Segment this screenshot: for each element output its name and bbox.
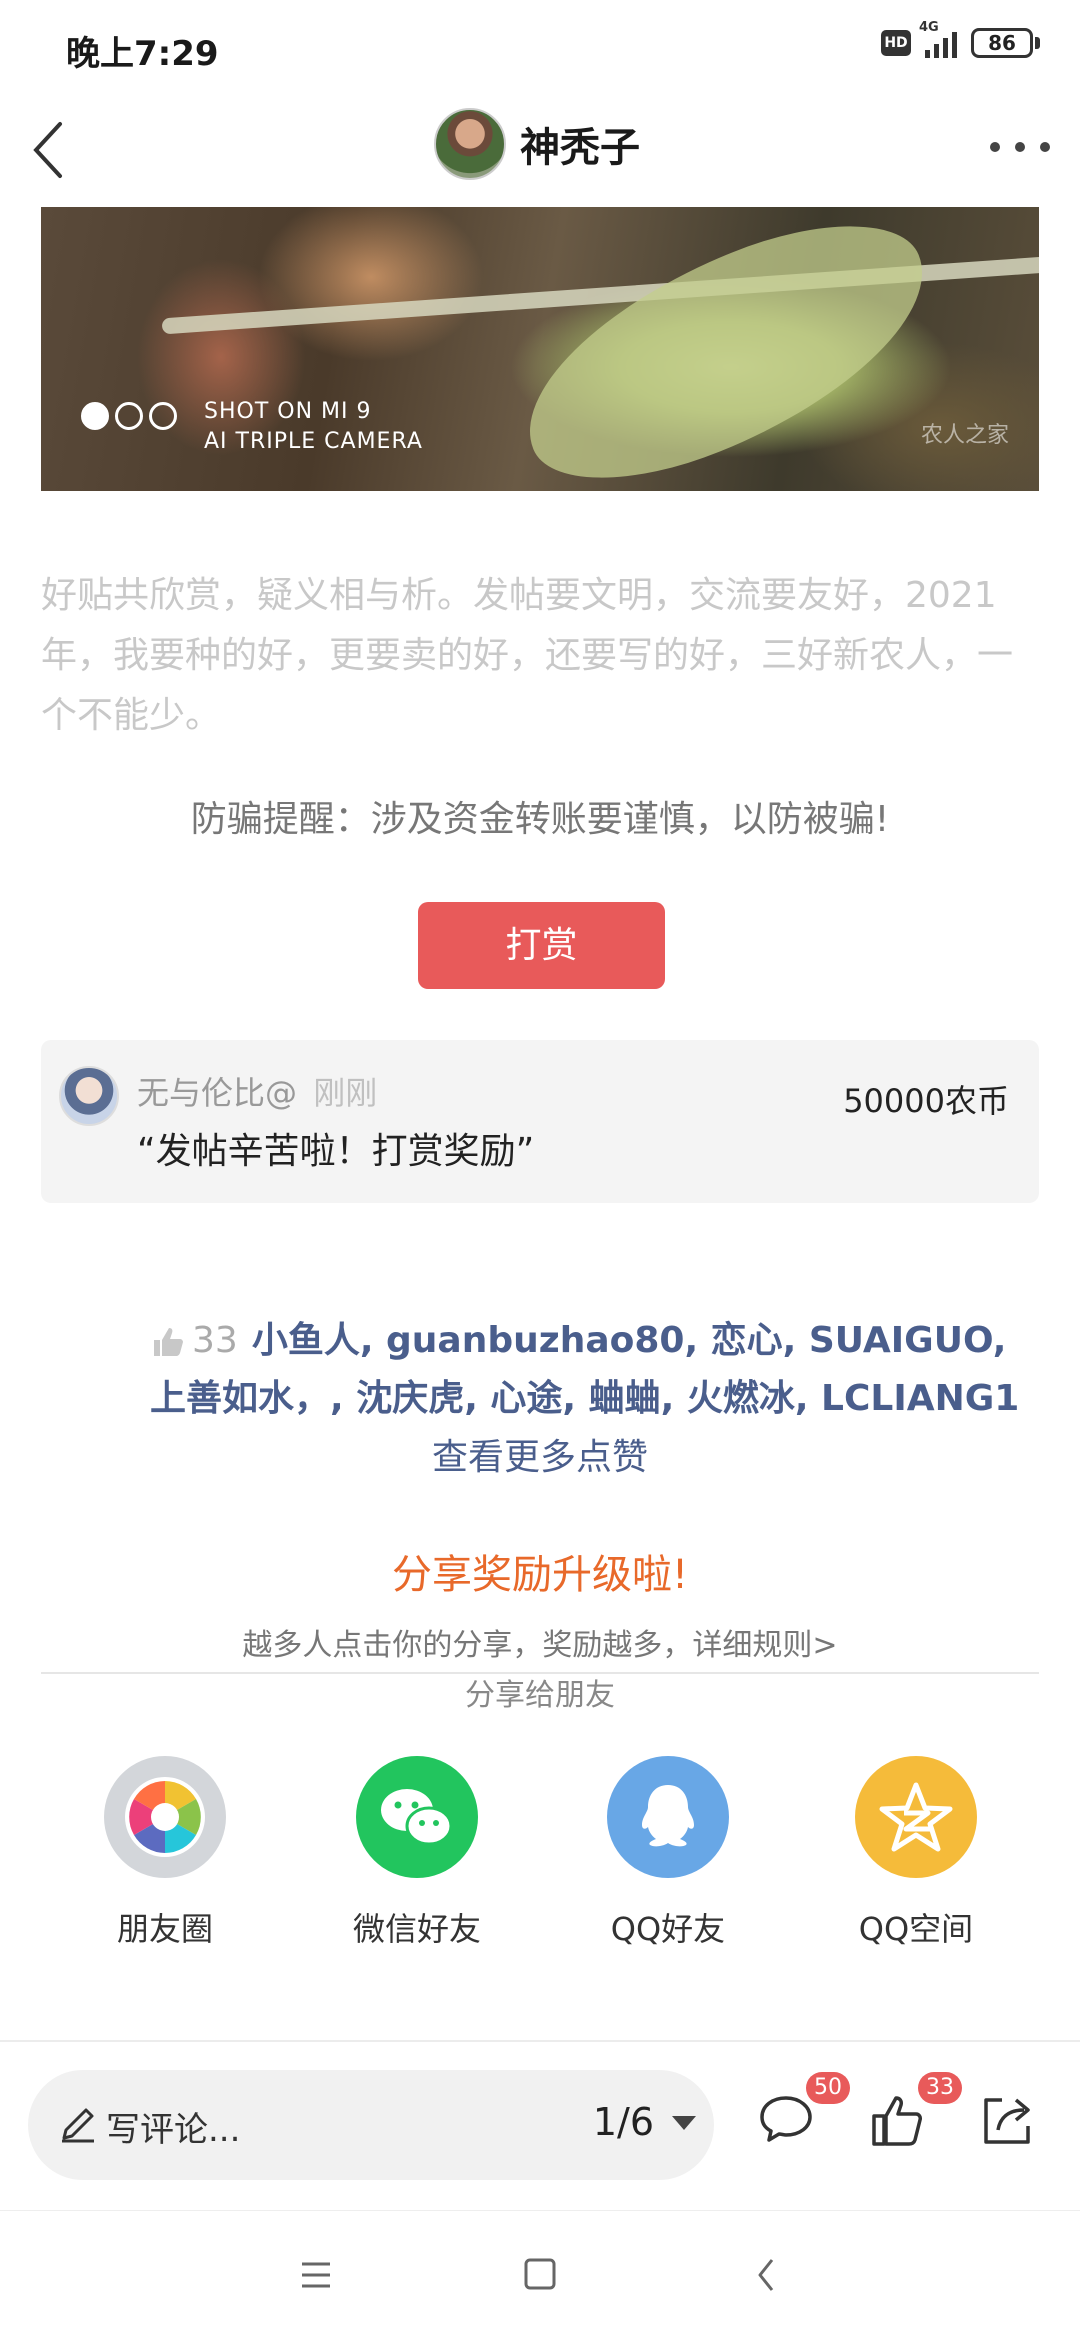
rewarder-info: 无与伦比@ 刚刚 [137,1068,377,1114]
network-type: 4G [919,20,939,35]
pen-icon [62,2108,94,2143]
watermark: 农人之家 [920,423,1009,448]
likes-list: 33 小鱼人, guanbuzhao80, 恋心, SUAIGUO, 上善如水，,… [150,1312,1020,1428]
reward-button[interactable]: 打赏 [418,902,665,989]
status-icons: HD 4G 86 [881,20,1040,58]
comment-button[interactable]: 50 [756,2072,850,2160]
signal-icon: 4G [919,20,957,58]
battery-level: 86 [971,28,1033,58]
nav-header: 神秃子 [0,100,1080,205]
share-item-label: 朋友圈 [116,1910,213,1948]
share-item-label: QQ好友 [610,1910,726,1948]
author-avatar[interactable] [434,108,506,180]
system-nav-divider [0,2210,1080,2211]
rewarder-avatar[interactable] [59,1066,119,1126]
share-item-label: QQ空间 [858,1910,974,1948]
author-info[interactable]: 神秃子 [434,108,640,180]
bottom-bar-divider [0,2040,1080,2042]
reward-record: 无与伦比@ 刚刚 50000农币 “发帖辛苦啦！打赏奖励” [41,1040,1039,1203]
camera-logo-icon [81,402,177,430]
like-button[interactable]: 33 [868,2072,962,2160]
chevron-down-icon[interactable] [672,2116,696,2130]
shot-on-caption: SHOT ON MI 9 AI TRIPLE CAMERA [204,399,423,454]
qq-icon[interactable] [607,1756,729,1878]
more-dots-icon[interactable] [990,132,1050,162]
status-bar: 晚上7:29 HD 4G 86 [0,0,1080,90]
rewarder-name[interactable]: 无与伦比@ [137,1074,297,1112]
back-arrow-icon[interactable] [24,110,84,190]
share-rules-link[interactable]: 越多人点击你的分享，奖励越多，详细规则> [0,1620,1080,1664]
share-reward-title: 分享奖励升级啦! [391,1552,689,1598]
page-indicator[interactable]: 1/6 [593,2100,654,2144]
share-icon[interactable] [976,2090,1036,2150]
qzone-icon[interactable] [855,1756,977,1878]
comment-placeholder: 写评论... [106,2110,241,2150]
reward-message: “发帖辛苦啦！打赏奖励” [137,1131,535,1172]
hd-icon: HD [881,30,911,56]
battery-icon: 86 [971,28,1040,58]
liker-names[interactable]: 小鱼人, guanbuzhao80, 恋心, SUAIGUO, 上善如水，, 沈… [150,1320,1019,1419]
home-icon[interactable] [510,2250,570,2300]
thumb-up-icon [154,1328,183,1356]
reward-time: 刚刚 [313,1074,378,1112]
menu-icon[interactable] [286,2250,346,2300]
share-item-label: 微信好友 [352,1910,481,1948]
comment-input[interactable]: 写评论... 1/6 [28,2070,714,2180]
comment-count-badge: 50 [806,2072,850,2104]
like-count: 33 [192,1320,238,1361]
like-count-badge: 33 [918,2072,962,2104]
thumb-up-outline-icon[interactable] [868,2090,928,2150]
share-button[interactable] [976,2090,1046,2160]
post-footer-text: 好贴共欣赏，疑义相与析。发帖要文明，交流要友好，2021年，我要种的好，更要卖的… [41,575,1014,736]
wechat-icon[interactable] [356,1756,478,1878]
comment-bubble-icon[interactable] [756,2090,816,2150]
anti-fraud-notice: 防骗提醒：涉及资金转账要谨慎，以防被骗! [190,799,890,840]
share-qq-button[interactable]: QQ好友 [588,1756,748,1950]
share-wechat-button[interactable]: 微信好友 [337,1756,497,1950]
share-qzone-button[interactable]: QQ空间 [836,1756,996,1950]
status-time: 晚上7:29 [66,34,219,74]
system-back-icon[interactable] [738,2250,798,2300]
share-moments-button[interactable]: 朋友圈 [85,1756,245,1950]
reward-amount: 50000农币 [843,1082,1009,1120]
post-photo[interactable]: SHOT ON MI 9 AI TRIPLE CAMERA 农人之家 [41,207,1039,491]
share-to-friends-label: 分享给朋友 [0,1670,1080,1714]
author-name[interactable]: 神秃子 [520,115,640,173]
view-more-likes-link[interactable]: 查看更多点赞 [0,1428,1080,1480]
moments-icon[interactable] [104,1756,226,1878]
